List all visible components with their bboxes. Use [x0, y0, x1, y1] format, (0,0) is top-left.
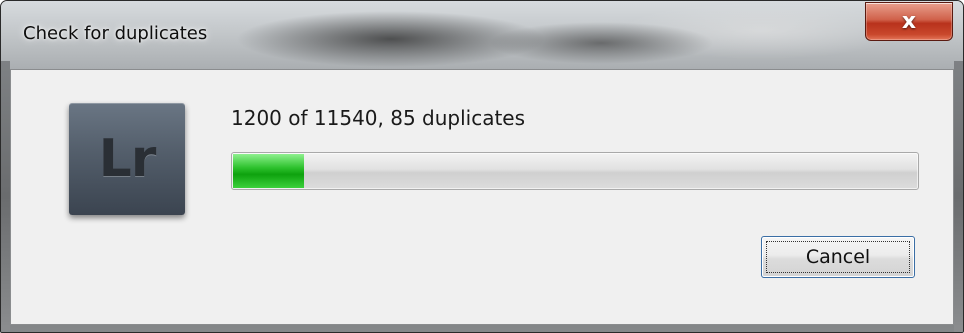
window-frame-right — [954, 61, 963, 332]
cancel-button-label: Cancel — [805, 246, 871, 268]
progress-bar-fill — [233, 154, 305, 188]
progress-bar — [231, 152, 919, 190]
close-button[interactable]: x — [865, 2, 953, 41]
close-icon: x — [901, 8, 917, 34]
lightroom-app-icon: Lr — [69, 103, 185, 215]
dialog-window: Check for duplicates x Lr 1200 of 11540,… — [0, 0, 964, 333]
cancel-button[interactable]: Cancel — [761, 236, 915, 278]
progress-status-text: 1200 of 11540, 85 duplicates — [231, 106, 526, 130]
app-icon-label: Lr — [98, 129, 157, 189]
window-title: Check for duplicates — [23, 23, 208, 44]
dialog-content: Lr 1200 of 11540, 85 duplicates Cancel — [10, 69, 954, 325]
window-frame-left — [1, 61, 10, 332]
